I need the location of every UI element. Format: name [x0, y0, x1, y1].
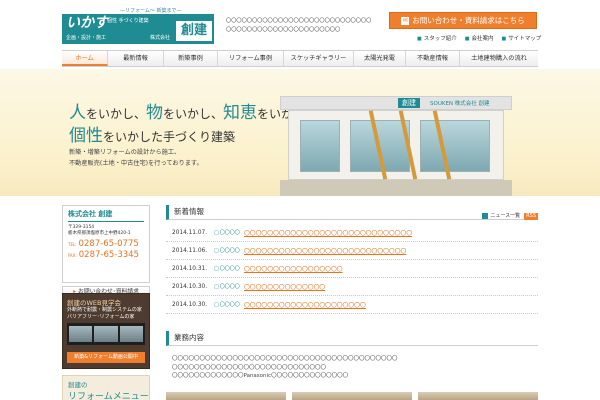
logo-company: 株式会社	[150, 35, 171, 41]
contact-button[interactable]: ✉ お問い合わせ・資料請求はこちら	[389, 12, 537, 29]
news-item: 2014.11.07. 〇〇〇〇 〇〇〇〇〇〇〇〇〇〇〇〇〇〇〇〇〇〇〇〇〇〇〇…	[166, 224, 538, 242]
hero-banner: 人をいかし、物をいかし、知恵をいかし、 個性をいかした手づくり建築 新築・増築リ…	[0, 69, 600, 196]
hero-building-image: 創建 SOUKEN 株式会社 創建	[280, 96, 512, 196]
news-date: 2014.10.31.	[172, 265, 208, 272]
logo-kanji: 創建	[176, 21, 212, 41]
nav-new-build[interactable]: 新築事例	[164, 51, 218, 66]
nav-sketch-gallery[interactable]: スケッチギャラリー	[284, 51, 354, 66]
nav-real-estate[interactable]: 不動産情報	[406, 51, 460, 66]
main-nav: ホーム 最新情報 新築事例 リフォーム事例 スケッチギャラリー 太陽光発電 不動…	[62, 50, 538, 67]
business-photo[interactable]	[418, 392, 538, 400]
business-text: 〇〇〇〇〇〇〇〇〇〇〇〇〇〇〇〇〇〇〇〇〇〇〇〇〇〇〇〇〇〇〇〇〇〇〇〇〇〇〇〇…	[172, 356, 398, 379]
logo-box: いかす 個性 手づくり建築 企画・設計・施工 株式会社 創建	[62, 14, 214, 44]
tour-title: 創建のWEB見学会	[67, 299, 121, 307]
list-icon	[482, 212, 489, 219]
logo-hiragana: いかす	[66, 15, 108, 31]
reform-menu-line2: リフォームメニュー	[68, 392, 149, 400]
tour-line-1: 外断熱で耐震・制震システムの家	[67, 307, 142, 313]
news-title-link[interactable]: 〇〇〇〇〇〇〇〇〇〇〇〇〇〇〇〇〇〇〇〇〇〇〇〇〇〇〇〇	[244, 246, 406, 255]
site-header: —リフォーム〜 新築まで— いかす 個性 手づくり建築 企画・設計・施工 株式会…	[0, 0, 600, 48]
contact-button-label: お問い合わせ・資料請求はこちら	[412, 16, 525, 25]
tour-video-button[interactable]: 新築&リフォーム動画公開中	[67, 352, 145, 363]
tour-film-strip	[67, 323, 145, 345]
nav-purchase-flow[interactable]: 土地建物購入の流れ	[460, 51, 538, 66]
news-item: 2014.11.06. 〇〇〇〇 〇〇〇〇〇〇〇〇〇〇〇〇〇〇〇〇〇〇〇〇〇〇〇…	[166, 242, 538, 260]
news-date: 2014.11.06.	[172, 247, 208, 254]
sidebar: 株式会社 創建 〒329-3154 栃木県那須塩原市上中野420-1 TEL: 0…	[62, 205, 150, 298]
header-intro: 〇〇〇〇〇〇〇〇〇〇〇〇〇〇〇〇〇〇〇〇〇〇〇〇〇〇〇〇〇〇〇〇〇〇〇〇〇〇〇〇…	[226, 18, 372, 33]
news-date: 2014.11.07.	[172, 229, 208, 236]
hero-description: 新築・増築リフォームの設計から施工、 不動産販売(土地・中古住宅)を行っておりま…	[69, 149, 203, 167]
news-category: 〇〇〇〇	[214, 283, 244, 290]
business-photo[interactable]	[166, 392, 286, 400]
news-item: 2014.10.31. 〇〇〇〇 〇〇〇〇〇〇〇〇〇〇〇〇〇〇〇〇〇	[166, 260, 538, 278]
news-date: 2014.10.30.	[172, 301, 208, 308]
business-photo[interactable]	[292, 392, 412, 400]
news-all-link[interactable]: ニュース一覧	[482, 209, 520, 223]
company-tel: TEL: 0287-65-0775	[68, 239, 139, 249]
news-category: 〇〇〇〇	[214, 229, 244, 236]
reform-menu-line1: 創建の	[68, 381, 88, 389]
rss-button[interactable]: RSS	[524, 212, 538, 220]
company-address: 栃木県那須塩原市上中野420-1	[68, 231, 131, 236]
news-date: 2014.10.30.	[172, 283, 208, 290]
news-item: 2014.10.30. 〇〇〇〇 〇〇〇〇〇〇〇〇〇〇〇〇〇〇	[166, 278, 538, 296]
bullet-icon: ■	[417, 36, 422, 42]
news-section: 新着情報 ニュース一覧 RSS 2014.11.07. 〇〇〇〇 〇〇〇〇〇〇〇…	[166, 205, 538, 314]
hero-title-line2: 個性をいかした手づくり建築	[69, 126, 236, 146]
tour-line-2: バリアフリー･リフォームの家	[67, 314, 135, 320]
business-photos	[166, 392, 538, 400]
sub-link-company[interactable]: ■ 会社案内	[465, 34, 494, 42]
bullet-icon: ■	[464, 36, 470, 42]
building-sign-text: SOUKEN 株式会社 創建	[430, 101, 490, 107]
site-logo[interactable]: —リフォーム〜 新築まで— いかす 個性 手づくり建築 企画・設計・施工 株式会…	[62, 8, 214, 44]
business-section: 業務内容	[166, 331, 538, 346]
logo-small-text: 個性 手づくり建築	[107, 18, 149, 24]
nav-news[interactable]: 最新情報	[108, 51, 164, 66]
business-heading: 業務内容	[166, 331, 538, 346]
news-links: ニュース一覧 RSS	[482, 209, 538, 223]
news-category: 〇〇〇〇	[214, 247, 244, 254]
company-fax: FAX: 0287-65-3345	[68, 250, 139, 260]
web-tour-banner[interactable]: 創建のWEB見学会 外断熱で耐震・制震システムの家 バリアフリー･リフォームの家…	[62, 293, 150, 369]
news-heading: 新着情報 ニュース一覧 RSS	[166, 205, 538, 220]
sub-link-sitemap[interactable]: ■ サイトマップ	[502, 34, 542, 42]
building-sign: 創建	[398, 98, 420, 108]
news-item: 2014.10.30. 〇〇〇〇 〇〇〇〇〇〇〇〇〇〇〇〇〇〇〇〇〇〇〇〇〇	[166, 296, 538, 314]
bullet-icon: ■	[501, 36, 507, 42]
nav-home[interactable]: ホーム	[62, 51, 108, 66]
news-list: 2014.11.07. 〇〇〇〇 〇〇〇〇〇〇〇〇〇〇〇〇〇〇〇〇〇〇〇〇〇〇〇…	[166, 224, 538, 314]
logo-tagline: —リフォーム〜 新築まで—	[120, 8, 182, 14]
news-category: 〇〇〇〇	[214, 301, 244, 308]
header-sub-links: ■ スタッフ紹介 ■ 会社案内 ■ サイトマップ	[417, 34, 541, 42]
reform-menu-banner[interactable]: 創建の リフォームメニュー	[62, 375, 150, 400]
company-info-box: 株式会社 創建 〒329-3154 栃木県那須塩原市上中野420-1 TEL: 0…	[62, 205, 150, 283]
news-category: 〇〇〇〇	[214, 265, 244, 272]
news-title-link[interactable]: 〇〇〇〇〇〇〇〇〇〇〇〇〇〇〇〇〇	[244, 264, 343, 273]
sub-link-staff[interactable]: ■ スタッフ紹介	[417, 34, 457, 42]
company-name: 株式会社 創建	[68, 209, 144, 222]
news-title-link[interactable]: 〇〇〇〇〇〇〇〇〇〇〇〇〇〇〇〇〇〇〇〇〇	[244, 300, 366, 309]
logo-subtitle: 企画・設計・施工	[66, 35, 107, 41]
news-title-link[interactable]: 〇〇〇〇〇〇〇〇〇〇〇〇〇〇〇〇〇〇〇〇〇〇〇〇〇〇〇〇〇	[244, 228, 412, 237]
nav-reform[interactable]: リフォーム事例	[218, 51, 284, 66]
nav-solar[interactable]: 太陽光発電	[354, 51, 406, 66]
mail-icon: ✉	[401, 17, 410, 25]
news-title-link[interactable]: 〇〇〇〇〇〇〇〇〇〇〇〇〇〇	[244, 282, 325, 291]
